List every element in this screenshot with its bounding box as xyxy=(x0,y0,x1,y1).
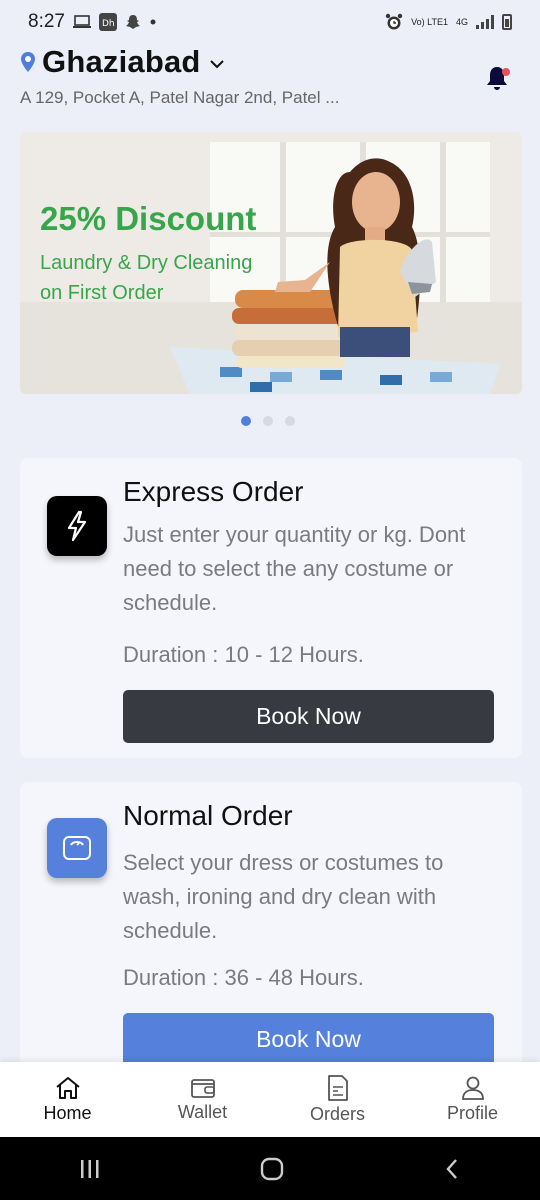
app-notification-icon: Dh xyxy=(98,13,117,31)
carousel-indicator xyxy=(241,416,295,426)
normal-order-description: Select your dress or costumes to wash, i… xyxy=(123,850,444,943)
nav-wallet[interactable]: Wallet xyxy=(135,1062,270,1137)
system-navigation-bar xyxy=(0,1137,540,1200)
location-pin-icon xyxy=(21,52,35,72)
chevron-down-icon xyxy=(209,60,224,69)
location-selector[interactable]: Ghaziabad xyxy=(20,44,225,80)
express-order-card: Express Order Just enter your quantity o… xyxy=(20,458,522,758)
back-icon[interactable] xyxy=(442,1157,462,1181)
4g-indicator: 4G xyxy=(455,16,468,27)
alarm-icon xyxy=(385,13,403,30)
banner-subtitle-line1: Laundry & Dry Cleaning xyxy=(40,252,253,274)
svg-text:Dh: Dh xyxy=(102,19,115,29)
recents-icon[interactable] xyxy=(78,1158,102,1180)
normal-order-title: Normal Order xyxy=(123,800,293,831)
express-order-badge xyxy=(47,496,107,556)
home-icon xyxy=(55,1077,80,1099)
delivery-address[interactable]: A 129, Pocket A, Patel Nagar 2nd, Patel … xyxy=(20,88,380,108)
city-name: Ghaziabad xyxy=(42,44,201,79)
home-button-icon[interactable] xyxy=(259,1156,285,1182)
lightning-icon xyxy=(67,510,87,542)
promo-banner[interactable]: 25% Discount Laundry & Dry Cleaning on F… xyxy=(20,132,522,394)
express-order-description: Just enter your quantity or kg. Dont nee… xyxy=(123,522,466,615)
carousel-dot[interactable] xyxy=(285,416,295,426)
status-time: 8:27 xyxy=(28,11,65,32)
nav-orders[interactable]: Orders xyxy=(270,1062,405,1137)
dot-icon xyxy=(150,19,156,25)
laptop-icon xyxy=(72,15,91,28)
normal-order-duration: Duration : 36 - 48 Hours. xyxy=(123,965,364,990)
nav-profile[interactable]: Profile xyxy=(405,1062,540,1137)
express-order-duration: Duration : 10 - 12 Hours. xyxy=(123,642,364,667)
carousel-dot[interactable] xyxy=(241,416,251,426)
express-book-now-button[interactable]: Book Now xyxy=(123,690,494,743)
bottom-navigation: Home Wallet Orders Profile xyxy=(0,1062,540,1137)
profile-icon xyxy=(461,1076,484,1100)
normal-order-card: Normal Order Select your dress or costum… xyxy=(20,782,522,1082)
normal-book-now-button[interactable]: Book Now xyxy=(123,1013,494,1066)
carousel-dot[interactable] xyxy=(263,416,273,426)
banner-subtitle: Laundry & Dry Cleaning on First Order xyxy=(40,248,280,308)
signal-icon xyxy=(476,15,494,29)
banner-subtitle-line2: on First Order xyxy=(40,282,164,304)
wallet-icon xyxy=(190,1079,215,1098)
nav-wallet-label: Wallet xyxy=(177,1102,228,1122)
banner-title: 25% Discount xyxy=(40,200,257,237)
nav-home-label: Home xyxy=(43,1103,92,1123)
notification-bell-icon[interactable] xyxy=(484,64,512,92)
nav-profile-label: Profile xyxy=(446,1103,499,1123)
express-order-title: Express Order xyxy=(123,476,304,507)
snapchat-icon xyxy=(125,15,140,29)
nav-home[interactable]: Home xyxy=(0,1062,135,1137)
scale-icon xyxy=(63,836,91,860)
status-bar: 8:27 Dh Vo) LTE1 4G xyxy=(0,0,540,44)
normal-order-badge xyxy=(47,818,107,878)
nav-orders-label: Orders xyxy=(309,1104,365,1124)
battery-icon xyxy=(502,14,512,30)
orders-icon xyxy=(327,1075,348,1101)
lte-indicator: Vo) LTE1 xyxy=(411,16,448,27)
